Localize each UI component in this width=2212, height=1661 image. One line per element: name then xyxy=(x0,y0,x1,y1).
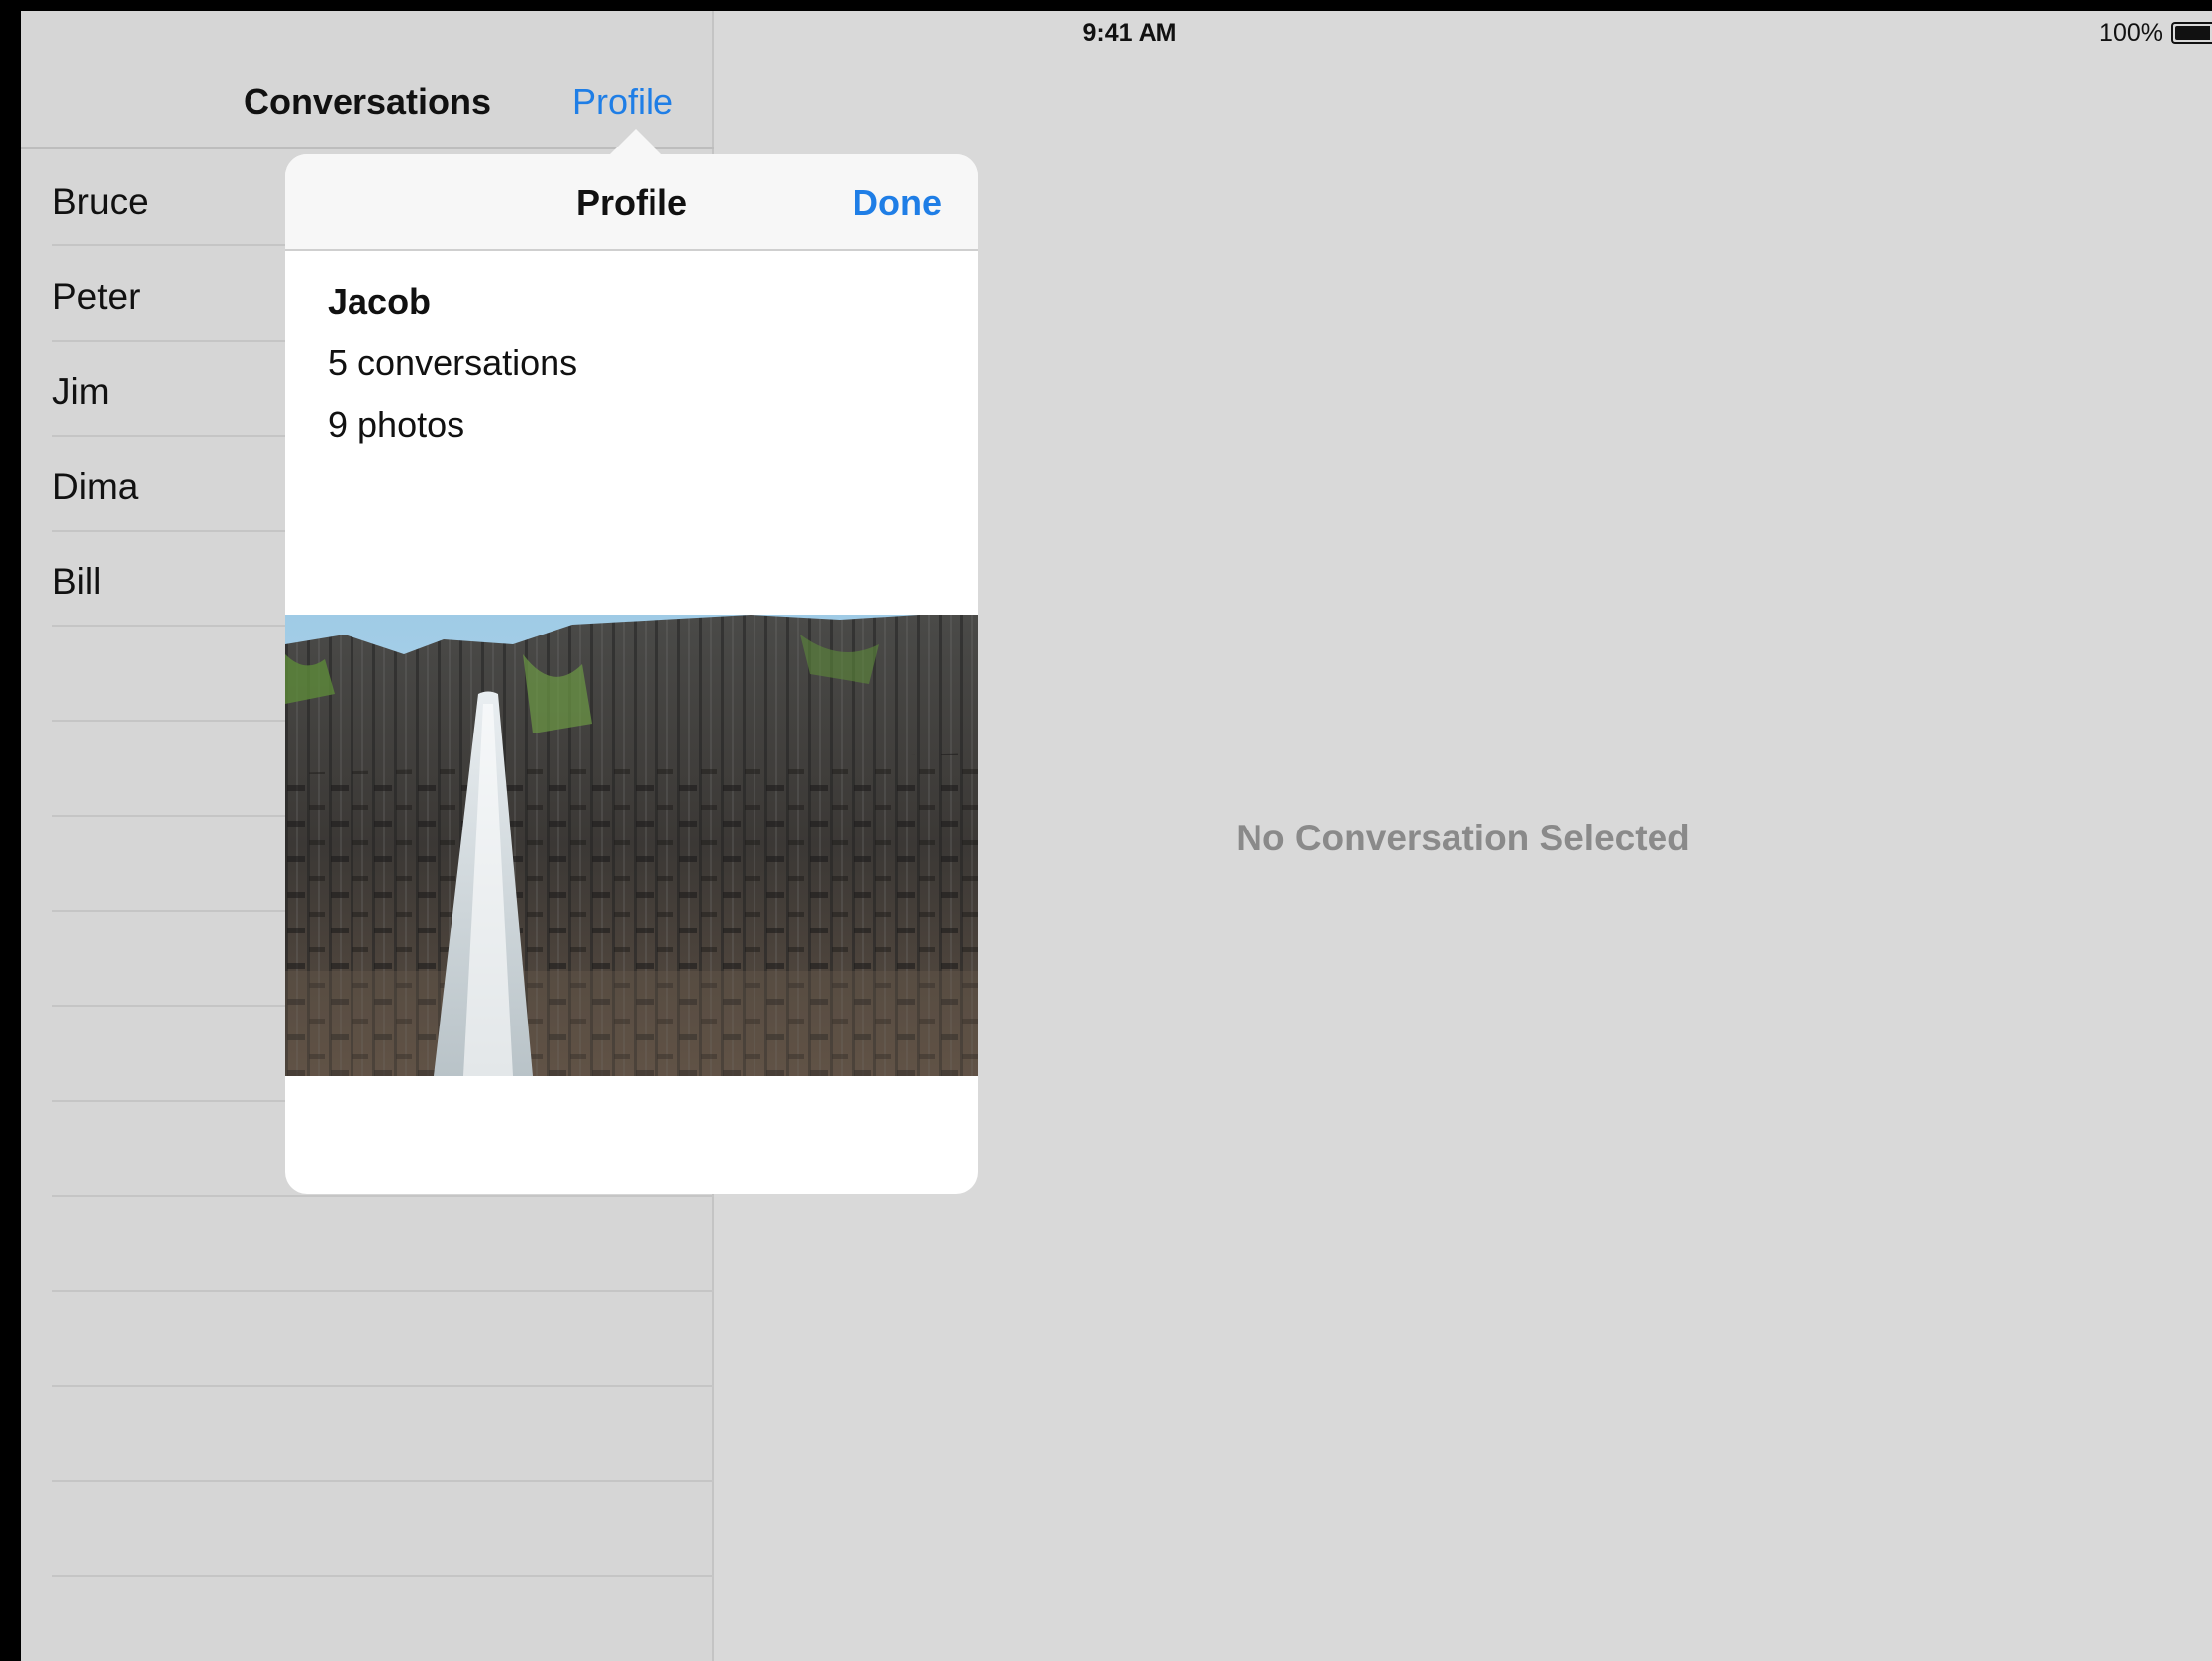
empty-list-row xyxy=(21,1197,714,1292)
empty-list-row xyxy=(21,1292,714,1387)
conversation-name: Bruce xyxy=(52,181,149,222)
conversation-name: Dima xyxy=(52,466,139,507)
profile-photos-count: 9 photos xyxy=(328,404,465,444)
profile-details: Jacob 5 conversations 9 photos xyxy=(328,271,577,455)
profile-popover: Profile Done Jacob 5 conversations 9 pho… xyxy=(285,154,978,1194)
empty-list-row xyxy=(21,1482,714,1577)
empty-list-row xyxy=(21,1387,714,1482)
profile-button[interactable]: Profile xyxy=(572,81,673,123)
conversation-name: Bill xyxy=(52,561,102,602)
profile-photo xyxy=(285,615,978,1076)
profile-conversations-count: 5 conversations xyxy=(328,342,578,383)
battery-percentage: 100% xyxy=(2099,19,2162,47)
done-button[interactable]: Done xyxy=(853,182,942,224)
battery-icon xyxy=(2171,22,2212,44)
empty-list-row xyxy=(21,1577,714,1661)
ipad-screen: iPad 9:41 AM 100% Conversations Profile … xyxy=(21,11,2212,1661)
conversation-name: Peter xyxy=(52,276,141,317)
battery-fill xyxy=(2175,26,2210,40)
conversation-name: Jim xyxy=(52,371,110,412)
profile-user-name: Jacob xyxy=(328,281,432,322)
popover-arrow xyxy=(608,129,663,156)
popover-navigation-bar: Profile Done xyxy=(285,154,978,251)
